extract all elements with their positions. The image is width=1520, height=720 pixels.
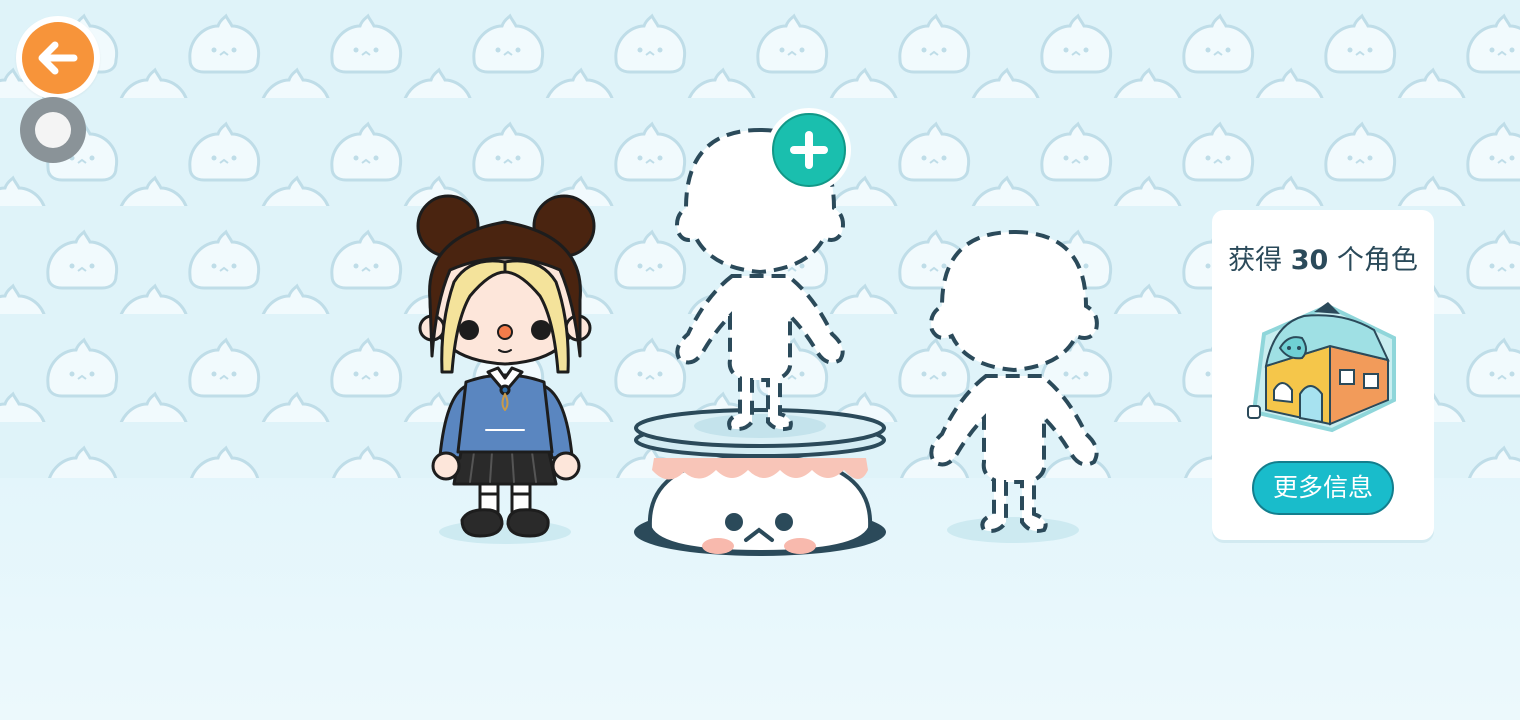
info-title-prefix: 获得 <box>1228 245 1283 276</box>
arrow-left-icon <box>38 41 78 75</box>
game-stage: 获得 30 个角色 更多信息 <box>0 0 1520 720</box>
empty-character-slot-2[interactable] <box>929 229 1099 533</box>
record-button[interactable] <box>20 97 86 163</box>
info-title-suffix: 个角色 <box>1336 245 1418 276</box>
info-title-count: 30 <box>1290 245 1329 276</box>
character-shadow <box>439 520 571 544</box>
slot-shadow <box>947 517 1079 543</box>
back-button[interactable] <box>16 16 100 100</box>
record-icon <box>35 112 71 148</box>
info-title: 获得 30 个角色 <box>1212 238 1434 277</box>
building-illustration <box>1247 302 1396 433</box>
pedestal <box>634 408 886 556</box>
girl-character[interactable] <box>416 194 596 538</box>
more-info-button[interactable]: 更多信息 <box>1252 461 1394 515</box>
back-button-fill <box>22 22 94 94</box>
add-character-button[interactable] <box>767 108 851 192</box>
